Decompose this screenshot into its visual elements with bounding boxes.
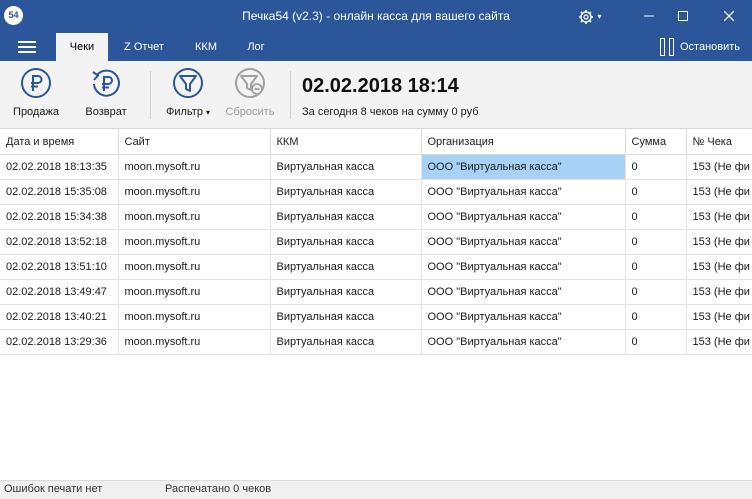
tab-checks[interactable]: Чеки [56,33,108,61]
cell-amount[interactable]: 0 [625,254,687,280]
cell-site[interactable]: moon.mysoft.ru [118,179,271,205]
cell-check-number[interactable]: 153 (Не фи [686,304,752,330]
cell-datetime[interactable]: 02.02.2018 13:29:36 [0,329,119,355]
cell-site[interactable]: moon.mysoft.ru [118,154,271,180]
table-header-row: Дата и время Сайт ККМ Организация Сумма … [0,129,752,155]
cell-site[interactable]: moon.mysoft.ru [118,254,271,280]
cell-amount[interactable]: 0 [625,154,687,180]
cell-check-number[interactable]: 153 (Не фи [686,329,752,355]
cell-kkm[interactable]: Виртуальная касса [270,329,422,355]
sale-button[interactable]: Продажа [8,67,64,118]
cell-kkm[interactable]: Виртуальная касса [270,279,422,305]
cell-site[interactable]: moon.mysoft.ru [118,304,271,330]
column-header-kkm[interactable]: ККМ [270,129,422,155]
filter-icon [172,67,204,99]
cell-organization[interactable]: ООО "Виртуальная касса" [421,304,626,330]
cell-kkm[interactable]: Виртуальная касса [270,304,422,330]
title-bar: 54 Печка54 (v2.3) - онлайн касса для ваш… [0,0,752,33]
menu-bar: Чеки Z Отчет ККМ Лог Остановить [0,33,752,61]
tab-z-report[interactable]: Z Отчет [113,33,175,61]
cell-site[interactable]: moon.mysoft.ru [118,329,271,355]
cell-check-number[interactable]: 153 (Не фи [686,204,752,230]
cell-kkm[interactable]: Виртуальная касса [270,154,422,180]
cell-organization[interactable]: ООО "Виртуальная касса" [421,204,626,230]
cell-check-number[interactable]: 153 (Не фи [686,229,752,255]
cell-kkm[interactable]: Виртуальная касса [270,229,422,255]
maximize-button[interactable] [660,0,706,33]
cell-organization[interactable]: ООО "Виртуальная касса" [421,254,626,280]
checks-table[interactable]: Дата и время Сайт ККМ Организация Сумма … [0,129,752,480]
column-header-check-number[interactable]: № Чека [686,129,752,155]
print-errors-status: Ошибок печати нет [4,483,103,495]
cell-organization[interactable]: ООО "Виртуальная касса" [421,154,626,180]
cell-kkm[interactable]: Виртуальная касса [270,204,422,230]
cell-site[interactable]: moon.mysoft.ru [118,279,271,305]
filter-clear-icon [234,67,266,99]
cell-site[interactable]: moon.mysoft.ru [118,229,271,255]
column-header-site[interactable]: Сайт [118,129,271,155]
toolbar-divider [290,71,291,119]
return-label: Возврат [85,106,127,118]
reset-filter-button[interactable]: Сбросить [222,67,278,118]
cell-amount[interactable]: 0 [625,329,687,355]
cell-amount[interactable]: 0 [625,229,687,255]
tab-log[interactable]: Лог [236,33,276,61]
cell-check-number[interactable]: 153 (Не фи [686,254,752,280]
settings-gear-icon[interactable]: ▾ [578,0,602,33]
toolbar: Продажа Возврат Фильтр ▾ Сбросить 02.02.… [0,61,752,129]
sale-label: Продажа [13,106,59,118]
table-row[interactable]: 02.02.2018 13:49:47 moon.mysoft.ru Виртуал… [0,279,752,305]
cell-amount[interactable]: 0 [625,204,687,230]
cell-check-number[interactable]: 153 (Не фи [686,279,752,305]
column-header-organization[interactable]: Организация [421,129,626,155]
filter-label: Фильтр [165,106,203,118]
tab-kkm[interactable]: ККМ [184,33,228,61]
ruble-return-icon [90,67,122,99]
table-row[interactable]: 02.02.2018 13:40:21 moon.mysoft.ru Виртуал… [0,304,752,330]
hamburger-menu-icon[interactable] [18,41,36,53]
table-row[interactable]: 02.02.2018 18:13:35 moon.mysoft.ru Виртуал… [0,154,752,180]
filter-button[interactable]: Фильтр ▾ [160,67,216,118]
cell-amount[interactable]: 0 [625,304,687,330]
table-row[interactable]: 02.02.2018 15:35:08 moon.mysoft.ru Виртуал… [0,179,752,205]
cell-organization[interactable]: ООО "Виртуальная касса" [421,229,626,255]
cell-datetime[interactable]: 02.02.2018 13:52:18 [0,229,119,255]
cell-organization[interactable]: ООО "Виртуальная касса" [421,279,626,305]
cell-check-number[interactable]: 153 (Не фи [686,179,752,205]
table-row[interactable]: 02.02.2018 15:34:38 moon.mysoft.ru Виртуал… [0,204,752,230]
pause-icon [660,38,676,57]
status-bar: Ошибок печати нет Распечатано 0 чеков [0,480,752,499]
stop-button[interactable]: Остановить [660,37,740,57]
printed-count-status: Распечатано 0 чеков [165,483,272,495]
toolbar-divider [150,71,151,119]
reset-label: Сбросить [225,106,275,118]
cell-organization[interactable]: ООО "Виртуальная касса" [421,329,626,355]
cell-amount[interactable]: 0 [625,179,687,205]
cell-datetime[interactable]: 02.02.2018 15:34:38 [0,204,119,230]
cell-kkm[interactable]: Виртуальная касса [270,179,422,205]
cell-datetime[interactable]: 02.02.2018 13:49:47 [0,279,119,305]
cell-datetime[interactable]: 02.02.2018 15:35:08 [0,179,119,205]
cell-site[interactable]: moon.mysoft.ru [118,204,271,230]
ruble-icon [20,67,52,99]
daily-summary: За сегодня 8 чеков на сумму 0 руб [302,106,479,118]
cell-organization[interactable]: ООО "Виртуальная касса" [421,179,626,205]
cell-check-number[interactable]: 153 (Не фи [686,154,752,180]
column-header-amount[interactable]: Сумма [625,129,687,155]
table-row[interactable]: 02.02.2018 13:52:18 moon.mysoft.ru Виртуал… [0,229,752,255]
chevron-down-icon: ▾ [597,12,602,21]
close-button[interactable] [706,0,752,33]
return-button[interactable]: Возврат [78,67,134,118]
cell-datetime[interactable]: 02.02.2018 13:40:21 [0,304,119,330]
chevron-down-icon: ▾ [206,108,211,117]
current-datetime: 02.02.2018 18:14 [302,75,459,97]
table-row[interactable]: 02.02.2018 13:29:36 moon.mysoft.ru Виртуал… [0,329,752,355]
cell-datetime[interactable]: 02.02.2018 18:13:35 [0,154,119,180]
cell-kkm[interactable]: Виртуальная касса [270,254,422,280]
table-row[interactable]: 02.02.2018 13:51:10 moon.mysoft.ru Виртуал… [0,254,752,280]
cell-amount[interactable]: 0 [625,279,687,305]
cell-datetime[interactable]: 02.02.2018 13:51:10 [0,254,119,280]
stop-label: Остановить [680,41,741,53]
column-header-datetime[interactable]: Дата и время [0,129,119,155]
